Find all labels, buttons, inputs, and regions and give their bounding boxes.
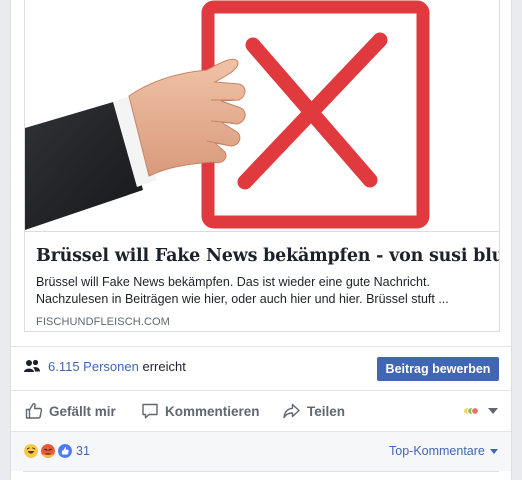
reactions-summary-row: 31 Top-Kommentare xyxy=(11,431,511,471)
share-label: Teilen xyxy=(307,403,346,419)
like-reaction-icon[interactable] xyxy=(57,443,73,459)
comment-button[interactable]: Kommentieren xyxy=(141,391,260,431)
comment-sort-dropdown[interactable]: Top-Kommentare xyxy=(389,444,498,458)
reaction-count[interactable]: 31 xyxy=(76,444,90,458)
like-button[interactable]: Gefällt mir xyxy=(25,391,116,431)
comment-sort-label: Top-Kommentare xyxy=(389,444,485,458)
reach-suffix: erreicht xyxy=(142,359,186,374)
link-preview-image[interactable] xyxy=(25,0,499,232)
boost-post-button[interactable]: Beitrag bewerben xyxy=(377,357,499,381)
reach-text: 6.115 Personen erreicht xyxy=(48,359,186,375)
link-description: Brüssel will Fake News bekämpfen. Das is… xyxy=(36,275,449,306)
share-button[interactable]: Teilen xyxy=(282,391,345,431)
hand-holding-red-x-checkbox xyxy=(25,0,430,230)
link-domain: FISCHUNDFLEISCH.COM xyxy=(36,316,170,328)
feed-post: Brüssel will Fake News bekämpfen - von s… xyxy=(10,0,512,480)
post-actions-bar: Gefällt mir Kommentieren Teilen xyxy=(11,390,511,430)
share-arrow-icon xyxy=(283,403,300,419)
like-label: Gefällt mir xyxy=(49,403,116,419)
comment-icon xyxy=(142,403,158,419)
caret-down-icon xyxy=(488,408,498,414)
reach-count-link[interactable]: 6.115 Personen xyxy=(48,359,139,374)
audience-selector[interactable] xyxy=(463,391,498,431)
thumbs-up-icon xyxy=(25,402,43,419)
post-reach-row: 6.115 Personen erreicht Beitrag bewerben xyxy=(11,346,511,386)
people-icon xyxy=(24,359,40,372)
chevron-down-icon xyxy=(489,448,498,454)
angry-reaction-icon[interactable] xyxy=(40,443,56,459)
divider xyxy=(23,471,499,472)
avatar-stack-icon xyxy=(463,407,479,415)
link-title[interactable]: Brüssel will Fake News bekämpfen - von s… xyxy=(36,245,499,267)
haha-reaction-icon[interactable] xyxy=(23,443,39,459)
link-preview-body[interactable]: Brüssel will Fake News bekämpfen - von s… xyxy=(25,233,499,331)
comment-label: Kommentieren xyxy=(165,403,260,419)
link-preview-card[interactable]: Brüssel will Fake News bekämpfen - von s… xyxy=(24,0,500,332)
